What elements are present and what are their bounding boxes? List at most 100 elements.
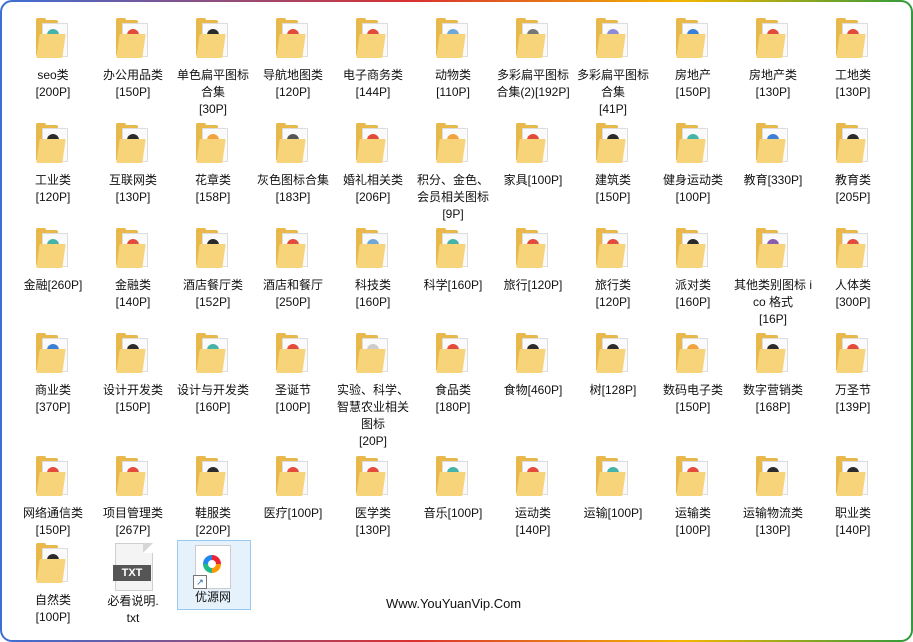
folder-item[interactable]: 多彩扁平图标合集 [41P] — [573, 18, 653, 118]
folder-item[interactable]: 树[128P] — [573, 333, 653, 399]
folder-item[interactable]: 商业类 [370P] — [13, 333, 93, 416]
folder-label: 食物[460P] — [503, 383, 563, 397]
folder-item[interactable]: 科技类 [160P] — [333, 228, 413, 311]
folder-label: 科技类 [160P] — [354, 278, 391, 309]
folder-item[interactable]: 花章类 [158P] — [173, 123, 253, 206]
folder-item[interactable]: 旅行类 [120P] — [573, 228, 653, 311]
folder-item[interactable]: 圣诞节 [100P] — [253, 333, 333, 416]
folder-label: 运输物流类 [130P] — [742, 506, 803, 537]
folder-item[interactable]: 自然类 [100P] — [13, 543, 93, 626]
folder-label: 金融类 [140P] — [114, 278, 151, 309]
folder-icon — [516, 333, 550, 373]
folder-label: 医疗[100P] — [263, 506, 323, 520]
folder-item[interactable]: 实验、科学、智慧农业相关图标 [20P] — [333, 333, 413, 450]
folder-item[interactable]: 数码电子类 [150P] — [653, 333, 733, 416]
folder-icon — [836, 123, 870, 163]
folder-item[interactable]: 网络通信类 [150P] — [13, 456, 93, 539]
folder-icon — [356, 18, 390, 58]
folder-icon — [516, 456, 550, 496]
folder-item[interactable]: 医疗[100P] — [253, 456, 333, 522]
folder-icon — [596, 18, 630, 58]
folder-label: 金融[260P] — [23, 278, 83, 292]
folder-item[interactable]: 酒店餐厅类 [152P] — [173, 228, 253, 311]
folder-item[interactable]: 设计开发类 [150P] — [93, 333, 173, 416]
folder-item[interactable]: 音乐[100P] — [413, 456, 493, 522]
folder-label: 教育类 [205P] — [834, 173, 871, 204]
folder-item[interactable]: 单色扁平图标合集 [30P] — [173, 18, 253, 118]
folder-item[interactable]: 房地产 [150P] — [653, 18, 733, 101]
folder-icon — [836, 333, 870, 373]
folder-item[interactable]: 工地类 [130P] — [813, 18, 893, 101]
watermark-text: Www.YouYuanVip.Com — [386, 596, 522, 611]
folder-item[interactable]: 食物[460P] — [493, 333, 573, 399]
folder-label: 实验、科学、智慧农业相关图标 [20P] — [336, 383, 409, 448]
folder-label: 建筑类 [150P] — [594, 173, 631, 204]
folder-item[interactable]: 婚礼相关类 [206P] — [333, 123, 413, 206]
folder-label: 婚礼相关类 [206P] — [342, 173, 403, 204]
folder-item[interactable]: 数字营销类 [168P] — [733, 333, 813, 416]
shortcut-arrow-icon: ↗ — [193, 575, 207, 589]
folder-item[interactable]: 办公用品类 [150P] — [93, 18, 173, 101]
folder-item[interactable]: 多彩扁平图标合集(2)[192P] — [493, 18, 573, 101]
folder-item[interactable]: 建筑类 [150P] — [573, 123, 653, 206]
folder-item[interactable]: 项目管理类 [267P] — [93, 456, 173, 539]
folder-item[interactable]: 派对类 [160P] — [653, 228, 733, 311]
folder-item[interactable]: 金融[260P] — [13, 228, 93, 294]
folder-item[interactable]: seo类 [200P] — [13, 18, 93, 101]
folder-item[interactable]: 健身运动类 [100P] — [653, 123, 733, 206]
folder-label: 互联网类 [130P] — [108, 173, 157, 204]
folder-item[interactable]: 旅行[120P] — [493, 228, 573, 294]
folder-label: 数字营销类 [168P] — [742, 383, 803, 414]
folder-item[interactable]: 食品类 [180P] — [413, 333, 493, 416]
folder-label: 圣诞节 [100P] — [274, 383, 311, 414]
folder-icon — [36, 456, 70, 496]
folder-icon — [356, 228, 390, 268]
folder-item[interactable]: 人体类 [300P] — [813, 228, 893, 311]
folder-item[interactable]: 运动类 [140P] — [493, 456, 573, 539]
folder-item[interactable]: 科学[160P] — [413, 228, 493, 294]
txt-file-item[interactable]: TXT 必看说明. txt — [93, 543, 173, 627]
folder-item[interactable]: 电子商务类 [144P] — [333, 18, 413, 101]
folder-item[interactable]: 工业类 [120P] — [13, 123, 93, 206]
folder-item[interactable]: 积分、金色、会员相关图标[9P] — [413, 123, 493, 223]
folder-label: 商业类 [370P] — [34, 383, 71, 414]
txt-badge: TXT — [113, 565, 151, 581]
folder-item[interactable]: 运输[100P] — [573, 456, 653, 522]
folder-item[interactable]: 家具[100P] — [493, 123, 573, 189]
folder-label: 树[128P] — [589, 383, 637, 397]
folder-item[interactable]: 其他类别图标 ico 格式 [16P] — [733, 228, 813, 328]
folder-item[interactable]: 职业类 [140P] — [813, 456, 893, 539]
folder-label: 电子商务类 [144P] — [342, 68, 403, 99]
folder-icon — [196, 18, 230, 58]
folder-icon — [116, 123, 150, 163]
folder-icon — [36, 543, 70, 583]
folder-icon — [596, 228, 630, 268]
folder-icon — [436, 18, 470, 58]
folder-label: 单色扁平图标合集 [30P] — [176, 68, 249, 116]
folder-item[interactable]: 运输类 [100P] — [653, 456, 733, 539]
folder-item[interactable]: 教育[330P] — [733, 123, 813, 189]
folder-icon — [516, 18, 550, 58]
folder-item[interactable]: 设计与开发类[160P] — [173, 333, 253, 416]
folder-label: 多彩扁平图标合集 [41P] — [576, 68, 649, 116]
folder-item[interactable]: 灰色图标合集[183P] — [253, 123, 333, 206]
folder-item[interactable]: 导航地图类 [120P] — [253, 18, 333, 101]
folder-item[interactable]: 鞋服类 [220P] — [173, 456, 253, 539]
folder-icon — [756, 333, 790, 373]
shortcut-item[interactable]: ↗ 优源网 — [173, 545, 253, 606]
folder-item[interactable]: 医学类 [130P] — [333, 456, 413, 539]
folder-item[interactable]: 运输物流类 [130P] — [733, 456, 813, 539]
folder-item[interactable]: 互联网类 [130P] — [93, 123, 173, 206]
folder-item[interactable]: 酒店和餐厅 [250P] — [253, 228, 333, 311]
folder-label: 派对类 [160P] — [674, 278, 711, 309]
folder-label: 项目管理类 [267P] — [102, 506, 163, 537]
folder-label: 医学类 [130P] — [354, 506, 391, 537]
folder-icon — [196, 456, 230, 496]
folder-item[interactable]: 动物类 [110P] — [413, 18, 493, 101]
folder-item[interactable]: 房地产类 [130P] — [733, 18, 813, 101]
folder-item[interactable]: 教育类 [205P] — [813, 123, 893, 206]
folder-icon — [276, 333, 310, 373]
folder-item[interactable]: 万圣节 [139P] — [813, 333, 893, 416]
folder-item[interactable]: 金融类 [140P] — [93, 228, 173, 311]
folder-label: 旅行类 [120P] — [594, 278, 631, 309]
